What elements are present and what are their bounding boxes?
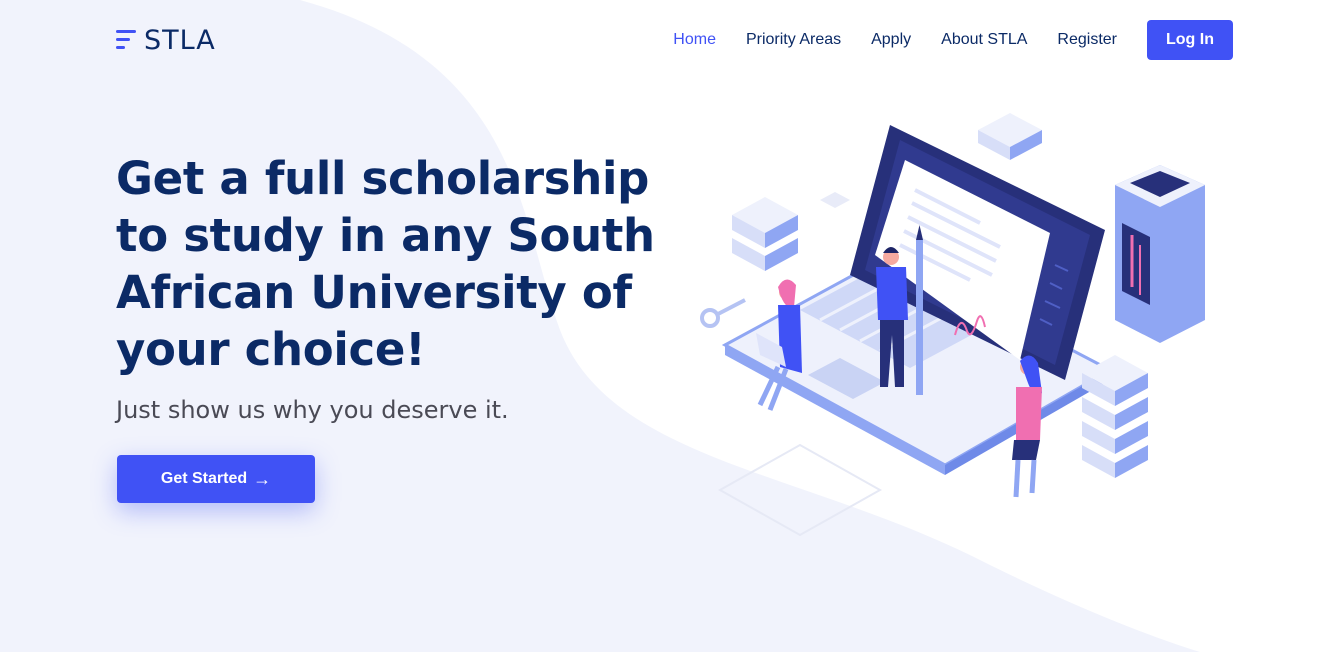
arrow-right-icon: → bbox=[253, 469, 272, 489]
logo-lines-icon bbox=[116, 27, 138, 53]
nav-link-about[interactable]: About STLA bbox=[941, 31, 1027, 49]
hero-title: Get a full scholarship to study in any S… bbox=[116, 152, 655, 376]
nav-link-register[interactable]: Register bbox=[1057, 31, 1117, 49]
main-nav: Home Priority Areas Apply About STLA Reg… bbox=[643, 20, 1233, 60]
hero-illustration bbox=[700, 113, 1205, 537]
login-button[interactable]: Log In bbox=[1147, 20, 1233, 60]
nav-link-priority-areas[interactable]: Priority Areas bbox=[746, 31, 841, 49]
get-started-label: Get Started bbox=[160, 470, 248, 487]
top-navbar: STLA Home Priority Areas Apply About STL… bbox=[0, 0, 1342, 80]
nav-link-home[interactable]: Home bbox=[673, 31, 716, 49]
brand-logo[interactable]: STLA bbox=[116, 24, 216, 56]
hero-subtitle: Just show us why you deserve it. bbox=[116, 396, 509, 424]
brand-name: STLA bbox=[144, 24, 216, 56]
nav-link-apply[interactable]: Apply bbox=[871, 31, 911, 49]
get-started-button[interactable]: Get Started → bbox=[117, 455, 315, 503]
